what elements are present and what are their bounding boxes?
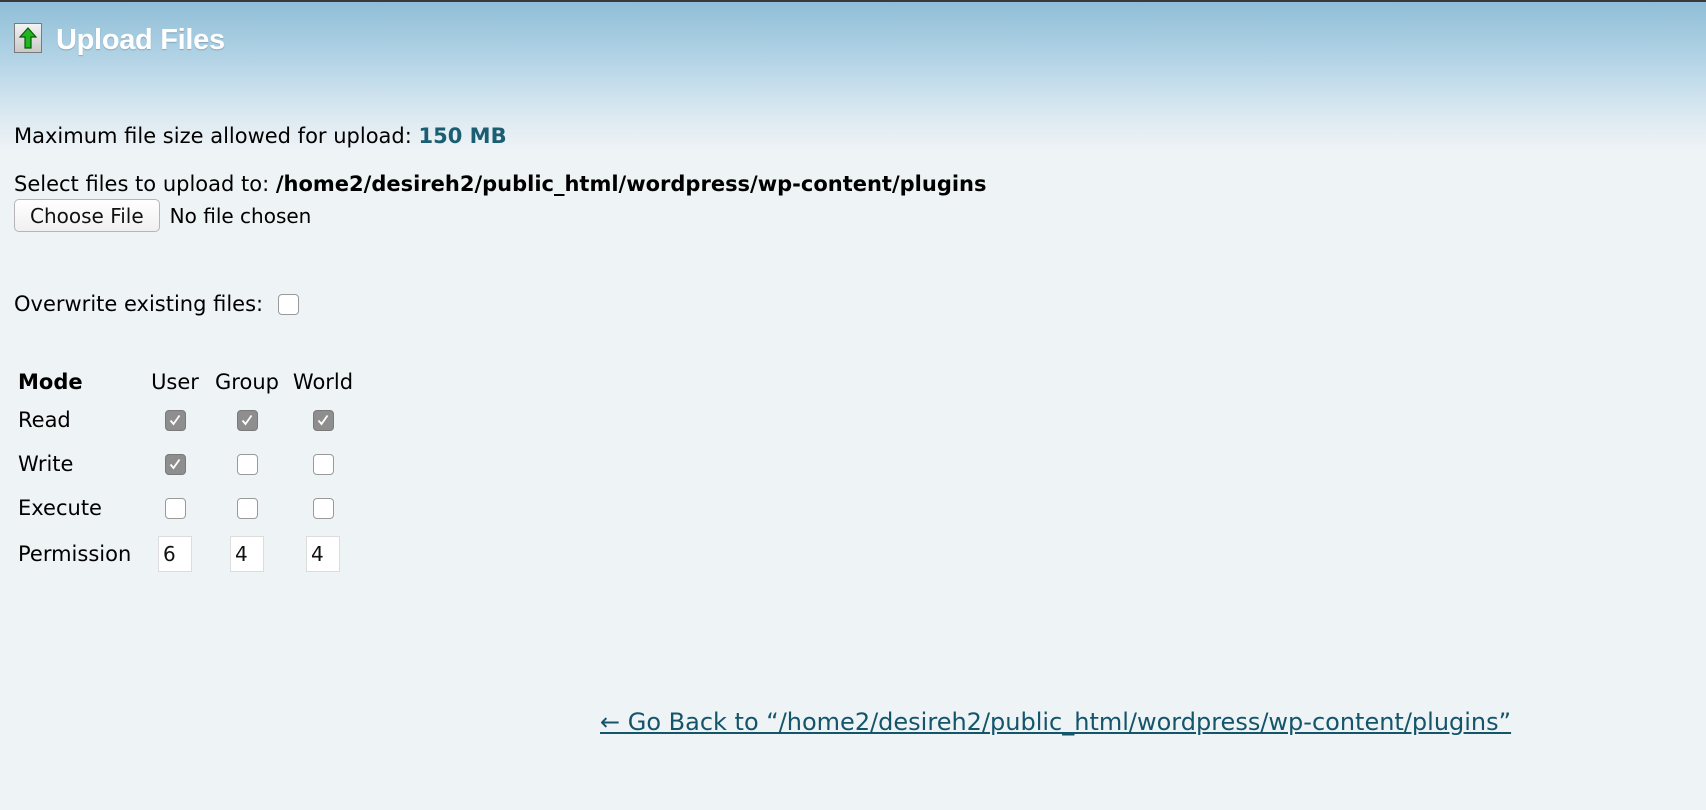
go-back-link[interactable]: ← Go Back to “/home2/desireh2/public_htm… xyxy=(600,708,1511,736)
permission-row-read: Read xyxy=(18,402,358,438)
user-permission-input[interactable] xyxy=(158,536,192,572)
max-file-size-label: Maximum file size allowed for upload: xyxy=(14,124,412,148)
row-label: Write xyxy=(18,452,74,476)
permission-row-write: Write xyxy=(18,446,358,482)
execute-world-checkbox[interactable] xyxy=(312,497,334,519)
row-label: Read xyxy=(18,408,71,432)
overwrite-label: Overwrite existing files: xyxy=(14,292,264,316)
read-world-checkbox[interactable] xyxy=(312,409,334,431)
read-user-checkbox[interactable] xyxy=(164,409,186,431)
permission-label: Permission xyxy=(18,542,132,566)
permissions-header-row: Mode User Group World xyxy=(18,364,358,400)
world-permission-input[interactable] xyxy=(306,536,340,572)
max-file-size-line: Maximum file size allowed for upload: 15… xyxy=(14,124,507,148)
execute-user-checkbox[interactable] xyxy=(164,497,186,519)
group-permission-input[interactable] xyxy=(230,536,264,572)
write-world-checkbox[interactable] xyxy=(312,453,334,475)
execute-group-checkbox[interactable] xyxy=(236,497,258,519)
page-header: Upload Files xyxy=(14,22,225,57)
permission-row-values: Permission xyxy=(18,536,358,572)
mode-header: Mode xyxy=(18,370,83,394)
overwrite-row: Overwrite existing files: xyxy=(14,292,300,316)
upload-destination-line: Select files to upload to: /home2/desire… xyxy=(14,172,987,196)
file-input: Choose File No file chosen xyxy=(14,199,311,232)
permission-row-execute: Execute xyxy=(18,490,358,526)
user-header: User xyxy=(151,370,199,394)
row-label: Execute xyxy=(18,496,102,520)
overwrite-checkbox[interactable] xyxy=(278,293,300,315)
file-status-text: No file chosen xyxy=(169,203,312,228)
upload-destination-path: /home2/desireh2/public_html/wordpress/wp… xyxy=(275,172,987,196)
max-file-size-value: 150 MB xyxy=(418,124,507,148)
group-header: Group xyxy=(215,370,279,394)
write-user-checkbox[interactable] xyxy=(164,453,186,475)
upload-arrow-icon xyxy=(14,22,42,53)
write-group-checkbox[interactable] xyxy=(236,453,258,475)
upload-destination-label: Select files to upload to: xyxy=(14,172,270,196)
choose-file-button[interactable]: Choose File xyxy=(14,199,160,232)
page-title: Upload Files xyxy=(56,24,225,56)
read-group-checkbox[interactable] xyxy=(236,409,258,431)
world-header: World xyxy=(292,370,354,394)
